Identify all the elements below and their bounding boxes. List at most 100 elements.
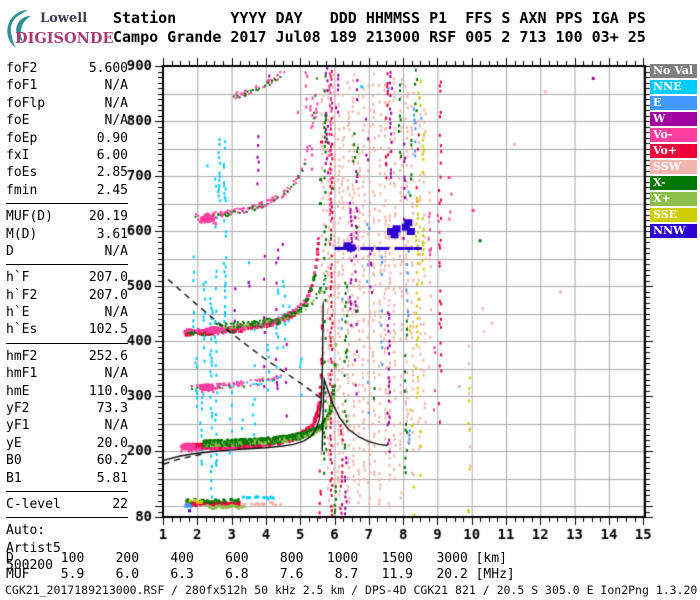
param-row: MUF(D) 20.19: [6, 208, 128, 225]
param-section-divider: [6, 264, 128, 266]
param-value: 2.85: [96, 165, 128, 181]
param-section-divider: [6, 517, 128, 519]
param-label: foE: [6, 113, 30, 129]
param-label: foF2: [6, 61, 38, 76]
param-label: foEs: [6, 165, 38, 181]
d-muf-table: D 100 200 400 600 800 1000 1500 3000 [km…: [6, 551, 515, 582]
param-row: h`F2 207.0: [6, 287, 128, 304]
param-row: foEs 2.85: [6, 164, 128, 181]
legend-item: Vo+: [650, 144, 697, 158]
param-value: N/A: [104, 78, 128, 94]
param-value: 252.6: [88, 348, 128, 364]
ionogram-window: Lowell DIGISONDE Station YYYY DAY DDD HH…: [0, 0, 700, 600]
param-label: fmin: [6, 182, 38, 198]
param-label: foF1: [6, 78, 38, 94]
scaled-parameters-panel: foF2 5.600 foF1 N/A foFlp N/A foE N/A foEp 0.90 fx…: [6, 60, 128, 575]
param-label: h`E: [6, 305, 30, 321]
legend-item: E: [650, 96, 697, 110]
param-label: hmF1: [6, 366, 38, 382]
param-label: yE: [6, 435, 22, 451]
param-row: h`F 207.0: [6, 269, 128, 286]
param-row: B0 60.2: [6, 452, 128, 469]
param-section-divider: [6, 342, 128, 344]
param-row: yF2 73.3: [6, 400, 128, 417]
param-value: 102.5: [88, 322, 128, 338]
param-row: fxI 6.00: [6, 147, 128, 164]
param-label: fxI: [6, 147, 30, 163]
param-row: foFlp N/A: [6, 95, 128, 112]
param-section-divider: [6, 203, 128, 205]
param-section-divider: [6, 490, 128, 492]
param-row: yE 20.0: [6, 435, 128, 452]
legend-item: No Val: [650, 64, 697, 78]
param-label: B0: [6, 453, 22, 469]
logo-lowell-text: Lowell: [40, 11, 88, 26]
param-value: 5.600: [88, 61, 128, 76]
param-label: M(D): [6, 226, 38, 242]
param-value: N/A: [104, 113, 128, 129]
param-label: hmE: [6, 383, 30, 399]
param-value: 2.45: [96, 182, 128, 198]
param-row: D N/A: [6, 243, 128, 260]
param-label: hmF2: [6, 348, 38, 364]
param-label: C-level: [6, 496, 61, 512]
param-value: 110.0: [88, 383, 128, 399]
param-value: 22: [112, 496, 128, 512]
param-row: C-level 22: [6, 496, 128, 513]
param-row: foE N/A: [6, 112, 128, 129]
param-value: N/A: [104, 95, 128, 111]
legend-item: W: [650, 112, 697, 126]
param-row: B1 5.81: [6, 470, 128, 487]
legend-item: Vo-: [650, 128, 697, 142]
param-value: 0.90: [96, 130, 128, 146]
param-label: MUF(D): [6, 209, 53, 225]
param-label: h`F: [6, 270, 30, 286]
legend-item: SSE: [650, 208, 697, 222]
param-row: fmin 2.45: [6, 182, 128, 199]
param-label: foEp: [6, 130, 38, 146]
legend-item: X+: [650, 192, 697, 206]
param-row: foF2 5.600: [6, 60, 128, 77]
param-value: 6.00: [96, 147, 128, 163]
param-value: 73.3: [96, 401, 128, 417]
param-value: 20.19: [88, 209, 128, 225]
param-label: yF1: [6, 418, 30, 434]
param-label: D: [6, 243, 14, 259]
param-row: Auto:: [6, 522, 128, 539]
param-value: N/A: [104, 305, 128, 321]
param-row: foF1 N/A: [6, 77, 128, 94]
legend-item: SSW: [650, 160, 697, 174]
header-row-values: Campo Grande 2017 Jul08 189 213000 RSF 0…: [113, 28, 646, 46]
station-header: Station YYYY DAY DDD HHMMSS P1 FFS S AXN…: [113, 9, 646, 47]
param-row: M(D) 3.61: [6, 226, 128, 243]
param-value: N/A: [104, 243, 128, 259]
file-info-footer: CGK21_2017189213000.RSF / 280fx512h 50 k…: [5, 583, 698, 597]
param-label: h`F2: [6, 287, 38, 303]
param-value: N/A: [104, 418, 128, 434]
param-value: 207.0: [88, 287, 128, 303]
param-row: hmF1 N/A: [6, 365, 128, 382]
header-row-columns: Station YYYY DAY DDD HHMMSS P1 FFS S AXN…: [113, 9, 646, 27]
param-row: h`Es 102.5: [6, 321, 128, 338]
param-label: foFlp: [6, 95, 46, 111]
legend-item: X-: [650, 176, 697, 190]
param-row: hmF2 252.6: [6, 348, 128, 365]
param-value: 207.0: [88, 270, 128, 286]
logo-digisonde-text: DIGISONDE: [15, 30, 114, 47]
muf-row: MUF 5.9 6.0 6.3 6.8 7.6 8.7 11.9 20.2 [M…: [6, 566, 515, 582]
param-row: hmE 110.0: [6, 383, 128, 400]
param-value: 20.0: [96, 435, 128, 451]
param-row: yF1 N/A: [6, 417, 128, 434]
param-value: N/A: [104, 366, 128, 382]
lowell-digisonde-logo: Lowell DIGISONDE: [6, 8, 116, 52]
param-value: 5.81: [96, 470, 128, 486]
param-label: Auto:: [6, 523, 46, 539]
param-label: h`Es: [6, 322, 38, 338]
legend-item: NNE: [650, 80, 697, 94]
param-value: 3.61: [96, 226, 128, 242]
param-row: foEp 0.90: [6, 130, 128, 147]
param-label: yF2: [6, 401, 30, 417]
legend-item: NNW: [650, 224, 697, 238]
param-row: h`E N/A: [6, 304, 128, 321]
d-row: D 100 200 400 600 800 1000 1500 3000 [km…: [6, 551, 507, 566]
